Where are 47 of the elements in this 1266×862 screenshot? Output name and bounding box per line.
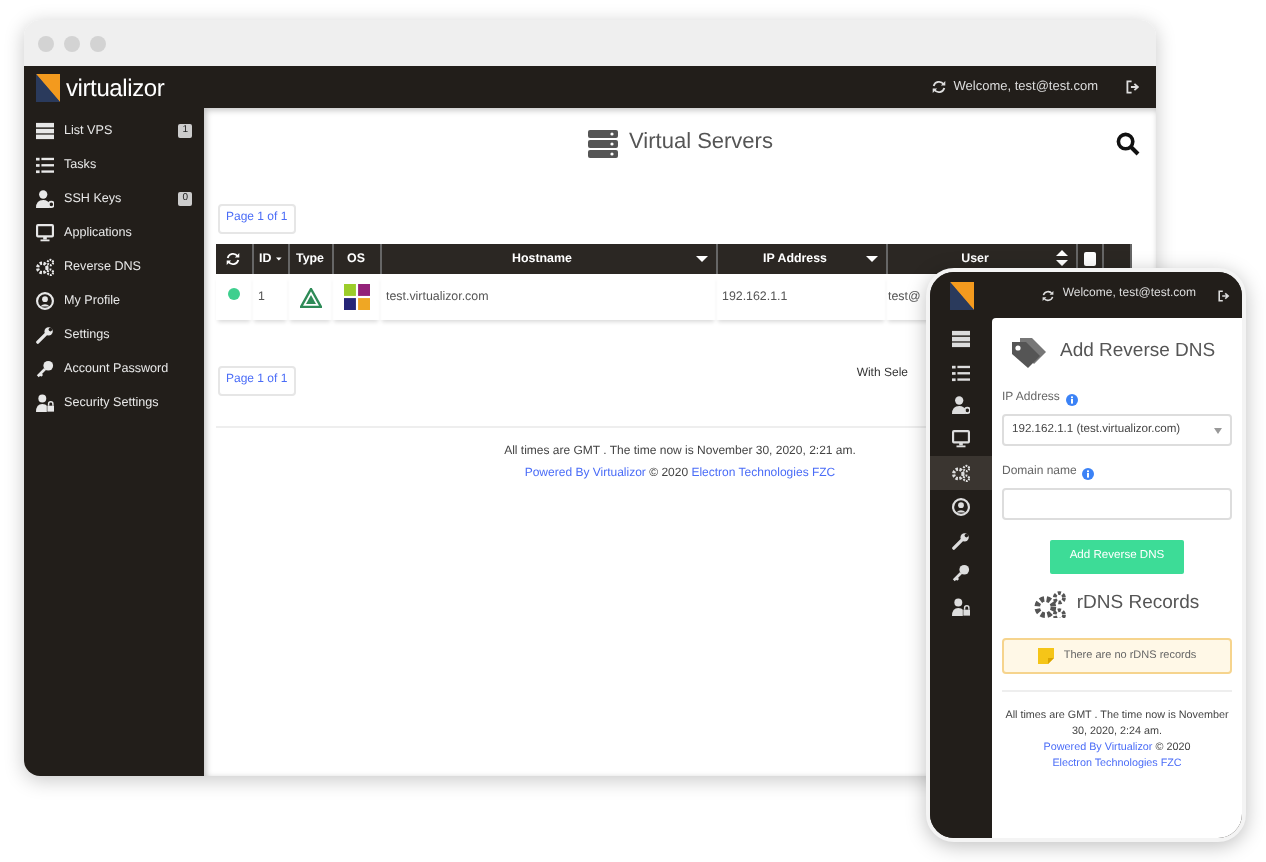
- server-stack-icon: [587, 130, 618, 158]
- refresh-icon[interactable]: [1042, 289, 1055, 301]
- key-icon: [952, 564, 970, 583]
- form-title: Add Reverse DNS: [1060, 338, 1216, 367]
- user-circle-icon: [36, 292, 54, 310]
- section-title: rDNS Records: [1076, 589, 1200, 618]
- checklist-icon: [952, 363, 970, 382]
- monitor-icon: [36, 224, 54, 242]
- user-lock-icon: [36, 394, 54, 412]
- logout-icon[interactable]: [1126, 80, 1140, 94]
- caret-icon[interactable]: [696, 253, 709, 264]
- domain-name-input[interactable]: [1002, 488, 1232, 520]
- info-icon: [1082, 467, 1095, 479]
- server-list-icon: [36, 122, 54, 140]
- refresh-icon[interactable]: [931, 80, 946, 94]
- wrench-icon: [952, 531, 970, 550]
- logo-icon: [36, 73, 60, 101]
- gears-icon: [1034, 589, 1067, 618]
- gears-icon: [36, 258, 54, 276]
- user-key-icon: [952, 396, 970, 415]
- caret-icon[interactable]: [866, 253, 879, 264]
- sort-icon[interactable]: [1056, 250, 1069, 267]
- pinwheel-logo-icon: [343, 284, 369, 310]
- logout-icon[interactable]: [1218, 289, 1230, 301]
- wrench-icon: [36, 326, 54, 344]
- page-title: Virtual Servers: [629, 130, 773, 158]
- caret-icon: [1214, 427, 1222, 433]
- server-list-icon: [952, 329, 970, 348]
- select-all-checkbox[interactable]: [1083, 252, 1095, 266]
- monitor-icon: [952, 430, 970, 449]
- user-lock-icon: [952, 598, 970, 617]
- logo-icon: [949, 281, 973, 309]
- triangle-logo-icon: [299, 287, 321, 307]
- search-icon[interactable]: [1116, 131, 1140, 156]
- key-icon: [36, 360, 54, 378]
- logo-text: virtualizor: [66, 71, 165, 105]
- checklist-icon: [36, 156, 54, 174]
- gears-icon: [952, 464, 970, 483]
- note-icon: [1037, 647, 1054, 664]
- tag-icon: [1010, 336, 1050, 370]
- info-icon: [1065, 393, 1078, 405]
- nav-item[interactable]: [930, 456, 992, 490]
- user-circle-icon: [952, 497, 970, 516]
- window-dot[interactable]: [90, 35, 106, 51]
- user-key-icon: [36, 190, 54, 208]
- window-dot[interactable]: [64, 35, 80, 51]
- window-dot[interactable]: [38, 35, 54, 51]
